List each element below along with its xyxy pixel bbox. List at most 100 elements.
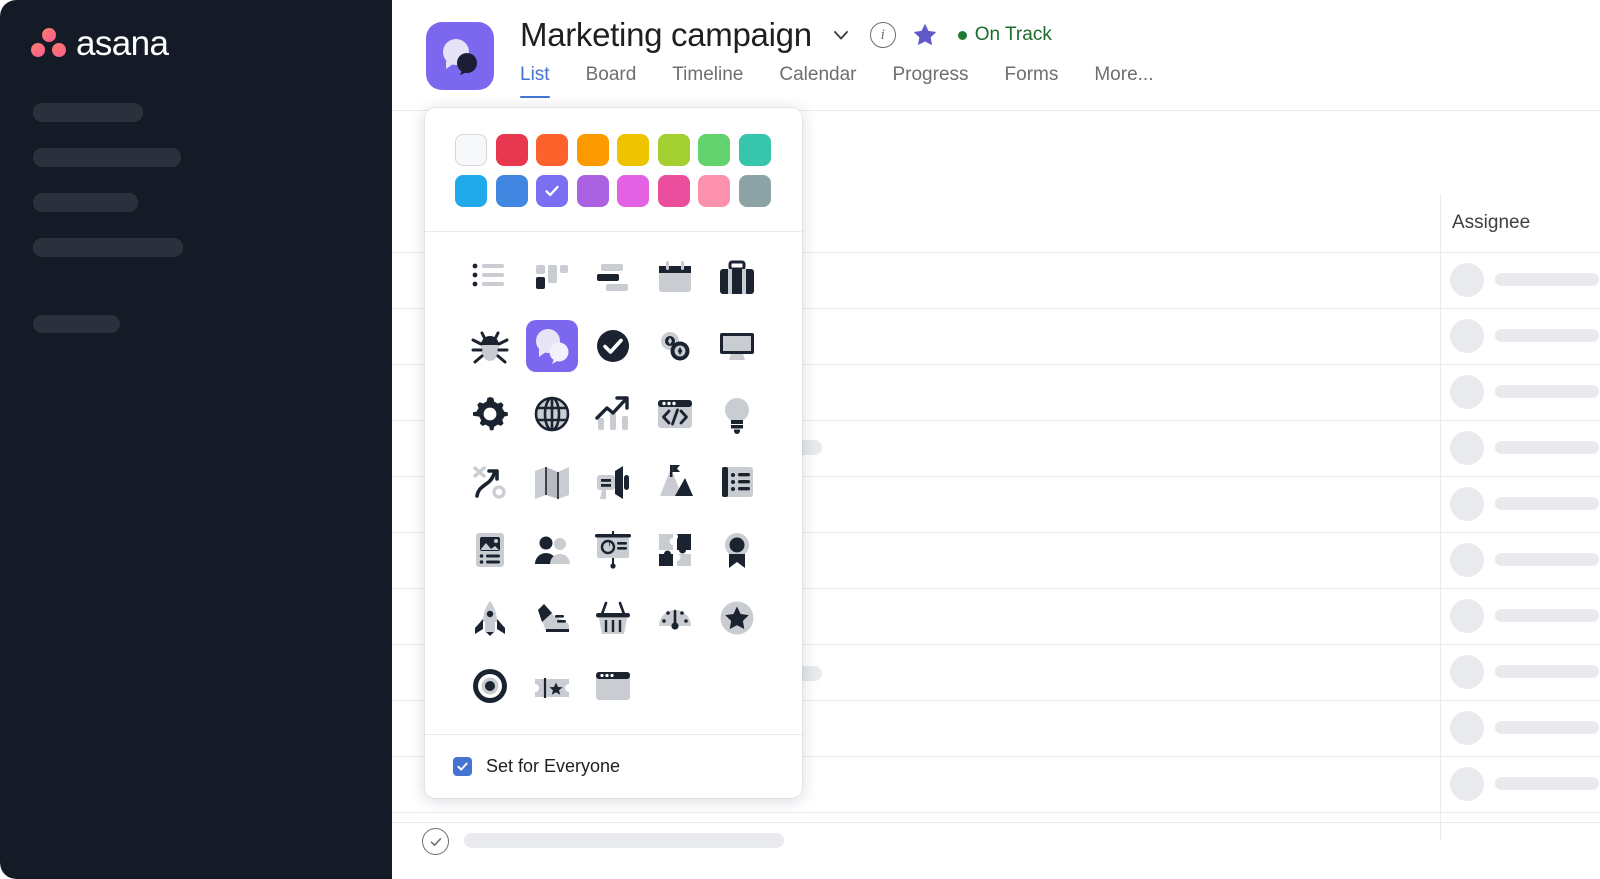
icon-option-code-window[interactable] [649, 388, 701, 440]
icon-option-computer[interactable] [711, 320, 763, 372]
icon-option-ticket[interactable] [526, 660, 578, 712]
avatar[interactable] [1450, 487, 1484, 521]
icon-option-puzzle[interactable] [649, 524, 701, 576]
asana-logo[interactable]: asana [31, 26, 169, 61]
color-pink[interactable] [657, 175, 690, 207]
color-purple[interactable] [576, 175, 609, 207]
tab-board[interactable]: Board [586, 64, 637, 98]
avatar[interactable] [1450, 543, 1484, 577]
assignee-name-skeleton [1495, 777, 1599, 790]
avatar[interactable] [1450, 263, 1484, 297]
assignee-name-skeleton [1495, 273, 1599, 286]
add-task-skeleton[interactable] [464, 833, 784, 848]
nav-skeleton-1[interactable] [33, 103, 143, 122]
icon-option-bug[interactable] [464, 320, 516, 372]
icon-option-board[interactable] [526, 252, 578, 304]
set-for-everyone-row[interactable]: Set for Everyone [425, 734, 802, 798]
icon-option-megaphone[interactable] [587, 456, 639, 508]
project-header: Marketing campaign i On Track List Board T… [392, 0, 1600, 110]
nav-skeleton-4[interactable] [33, 238, 183, 257]
footer-divider [392, 822, 1600, 823]
icon-option-check-circle[interactable] [587, 320, 639, 372]
tab-more[interactable]: More... [1094, 64, 1153, 98]
icon-option-rocket[interactable] [464, 592, 516, 644]
color-lime[interactable] [657, 134, 690, 166]
icon-option-shoe[interactable] [526, 592, 578, 644]
icon-option-briefcase[interactable] [711, 252, 763, 304]
strategy-icon [473, 466, 506, 499]
briefcase-icon [720, 260, 755, 294]
icon-option-list[interactable] [464, 252, 516, 304]
nav-skeleton-2[interactable] [33, 148, 181, 167]
icon-option-people[interactable] [526, 524, 578, 576]
icon-option-gear[interactable] [464, 388, 516, 440]
tab-calendar[interactable]: Calendar [779, 64, 856, 98]
icon-option-ribbon[interactable] [711, 524, 763, 576]
avatar[interactable] [1450, 319, 1484, 353]
set-for-everyone-checkbox[interactable] [453, 757, 472, 776]
avatar[interactable] [1450, 599, 1484, 633]
color-blue[interactable] [495, 175, 528, 207]
color-green[interactable] [698, 134, 730, 166]
icon-option-gauge[interactable] [649, 592, 701, 644]
icon-option-mountain-flag[interactable] [649, 456, 701, 508]
icon-option-presentation[interactable] [587, 524, 639, 576]
check-circle-icon[interactable] [422, 828, 449, 855]
code-window-icon [658, 400, 693, 428]
color-amber[interactable] [576, 134, 609, 166]
icon-option-browser-window[interactable] [587, 660, 639, 712]
bug-icon [471, 331, 509, 364]
color-gray[interactable] [738, 175, 771, 207]
icon-option-lightbulb[interactable] [711, 388, 763, 440]
icon-option-timeline[interactable] [587, 252, 639, 304]
chevron-down-icon[interactable] [828, 22, 854, 48]
avatar[interactable] [1450, 431, 1484, 465]
tab-list[interactable]: List [520, 64, 550, 98]
assignee-name-skeleton [1495, 497, 1599, 510]
icon-option-globe[interactable] [526, 388, 578, 440]
color-red[interactable] [495, 134, 528, 166]
column-header-assignee[interactable]: Assignee [1452, 212, 1530, 234]
set-for-everyone-label: Set for Everyone [486, 756, 621, 776]
color-teal[interactable] [738, 134, 771, 166]
color-magenta[interactable] [617, 175, 649, 207]
color-cyan[interactable] [455, 175, 487, 207]
info-icon[interactable]: i [869, 22, 896, 48]
nav-skeleton-5[interactable] [33, 315, 120, 333]
notebook-icon [722, 467, 754, 497]
icon-option-map[interactable] [526, 456, 578, 508]
avatar[interactable] [1450, 375, 1484, 409]
icon-option-star-circle[interactable] [711, 592, 763, 644]
icon-option-graph-arrow[interactable] [587, 388, 639, 440]
color-orange[interactable] [536, 134, 568, 166]
icon-option-bullseye[interactable] [464, 660, 516, 712]
icon-option-strategy[interactable] [464, 456, 516, 508]
avatar[interactable] [1450, 711, 1484, 745]
color-none[interactable] [455, 134, 487, 166]
icon-option-shopping-basket[interactable] [587, 592, 639, 644]
avatar[interactable] [1450, 767, 1484, 801]
icon-option-page-layout[interactable] [464, 524, 516, 576]
color-yellow[interactable] [617, 134, 649, 166]
assignee-column-divider [1440, 194, 1441, 840]
status-badge[interactable]: On Track [957, 24, 1052, 46]
asana-app-window: asana Marketing campaign i On Track List… [0, 0, 1600, 879]
bullseye-icon [472, 669, 507, 703]
avatar[interactable] [1450, 655, 1484, 689]
tab-timeline[interactable]: Timeline [672, 64, 743, 98]
status-dot-icon [957, 30, 967, 40]
icon-option-notebook[interactable] [711, 456, 763, 508]
icon-option-coins[interactable] [649, 320, 701, 372]
nav-skeleton-3[interactable] [33, 193, 138, 212]
project-icon-picker-popover: Set for Everyone [425, 108, 802, 798]
tab-forms[interactable]: Forms [1005, 64, 1059, 98]
star-icon[interactable] [912, 22, 938, 48]
project-icon[interactable] [426, 22, 494, 90]
color-indigo[interactable] [536, 175, 568, 207]
tab-progress[interactable]: Progress [892, 64, 968, 98]
color-rose[interactable] [698, 175, 730, 207]
icon-option-speech-bubbles[interactable] [525, 320, 578, 372]
icon-grid [425, 232, 802, 722]
presentation-icon [595, 531, 632, 569]
icon-option-calendar[interactable] [649, 252, 701, 304]
